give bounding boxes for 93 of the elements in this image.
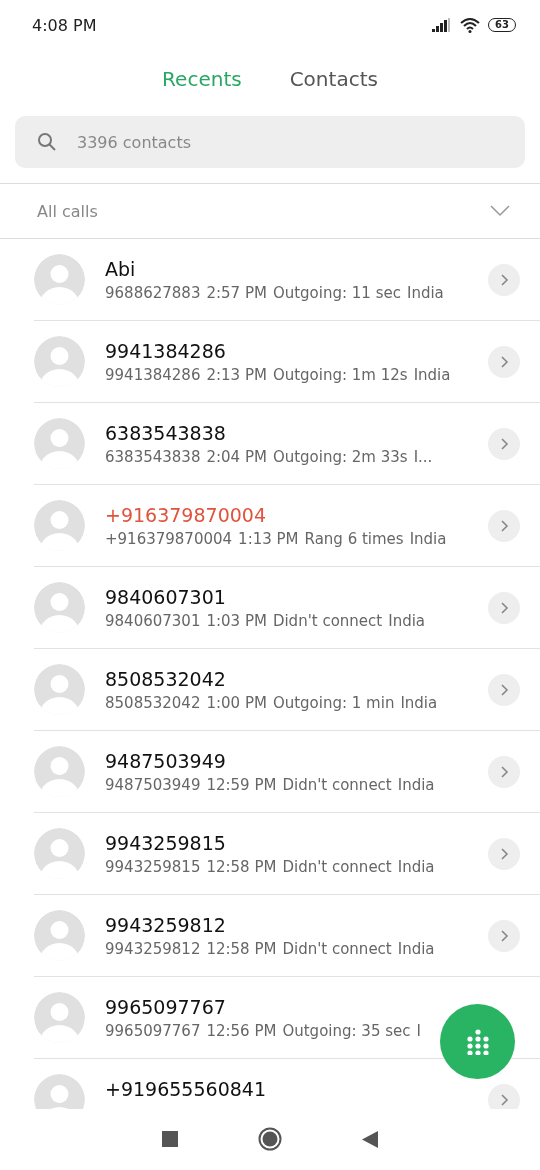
avatar-icon <box>34 254 85 305</box>
contact-name: 9943259815 <box>105 831 227 854</box>
call-info: Outgoing: 1 min <box>272 693 395 712</box>
call-time: 12:58 PM <box>206 939 277 958</box>
call-location: India <box>397 939 435 958</box>
phone-number: 9688627883 <box>105 283 201 302</box>
call-time: 2:57 PM <box>206 283 267 302</box>
call-info: Outgoing: 1m 12s <box>272 365 408 384</box>
contact-name: Abi <box>105 257 137 280</box>
call-info: Didn't connect <box>282 857 392 876</box>
avatar-icon <box>34 418 85 469</box>
chevron-icon <box>499 1092 509 1107</box>
details-button[interactable] <box>488 919 520 952</box>
avatar-icon <box>34 746 85 797</box>
avatar-icon <box>34 992 85 1043</box>
phone-number: 6383543838 <box>105 447 201 466</box>
call-location: India <box>397 775 435 794</box>
avatar-icon <box>34 336 85 387</box>
wifi-icon <box>460 17 481 33</box>
back-nav-icon[interactable] <box>362 1130 378 1148</box>
status-time: 4:08 PM <box>32 15 98 35</box>
call-info: Didn't connect <box>272 611 383 630</box>
details-button[interactable] <box>488 427 520 460</box>
contact-name: 6383543838 <box>105 421 227 444</box>
call-time: 12:58 PM <box>206 857 277 876</box>
phone-number: 9943259812 <box>105 939 201 958</box>
details-button[interactable] <box>488 591 520 624</box>
phone-number: 9965097767 <box>105 1021 201 1040</box>
details-button[interactable] <box>488 263 520 296</box>
call-time: 1:00 PM <box>206 693 267 712</box>
chevron-icon <box>499 436 509 451</box>
details-button[interactable] <box>488 837 520 870</box>
tab[interactable]: Recents <box>162 67 242 91</box>
call-info: Didn't connect <box>282 939 392 958</box>
signal-icon <box>432 18 453 32</box>
call-location: India <box>409 529 447 548</box>
contact-name: 9965097767 <box>105 995 227 1018</box>
search-icon <box>37 132 57 152</box>
call-time: 12:56 PM <box>206 1021 277 1040</box>
filter-label[interactable]: All calls <box>37 201 490 221</box>
contact-name: 8508532042 <box>105 667 227 690</box>
chevron-icon <box>499 764 509 779</box>
call-time: 2:04 PM <box>206 447 267 466</box>
call-time: 12:59 PM <box>206 775 277 794</box>
call-time: 1:03 PM <box>206 611 267 630</box>
avatar-icon <box>34 828 85 879</box>
contact-name: 9941384286 <box>105 339 227 362</box>
call-location: I <box>416 1021 421 1040</box>
chevron-icon <box>499 682 509 697</box>
contact-name: 9840607301 <box>105 585 227 608</box>
call-location: I... <box>413 447 433 466</box>
avatar-icon <box>34 664 85 715</box>
call-location: India <box>400 693 438 712</box>
avatar-icon <box>34 910 85 961</box>
chevron-icon <box>499 928 509 943</box>
call-location: India <box>406 283 444 302</box>
phone-number: 9941384286 <box>105 365 201 384</box>
chevron-icon <box>499 272 509 287</box>
call-info: Outgoing: 11 sec <box>272 283 401 302</box>
chevron-icon <box>499 518 509 533</box>
details-button[interactable] <box>488 509 520 542</box>
call-info: Didn't connect <box>282 775 392 794</box>
phone-number: +916379870004 <box>105 529 233 548</box>
call-info: Rang 6 times <box>304 529 404 548</box>
call-location: India <box>397 857 435 876</box>
call-info: Outgoing: 2m 33s <box>272 447 408 466</box>
home-nav-icon[interactable] <box>258 1127 282 1151</box>
chevron-icon <box>499 846 509 861</box>
details-button[interactable] <box>488 345 520 378</box>
phone-number: 9943259815 <box>105 857 201 876</box>
call-time: 2:13 PM <box>206 365 267 384</box>
call-info: Outgoing: 35 sec <box>282 1021 411 1040</box>
avatar-icon <box>34 500 85 551</box>
contact-name: +916379870004 <box>105 503 267 526</box>
tab[interactable]: Contacts <box>289 67 378 91</box>
contact-name: 9943259812 <box>105 913 227 936</box>
call-location: India <box>388 611 426 630</box>
call-location: India <box>413 365 451 384</box>
contact-name: +919655560841 <box>105 1077 267 1100</box>
call-time: 1:13 PM <box>238 529 299 548</box>
details-button[interactable] <box>488 673 520 706</box>
phone-number: 9840607301 <box>105 611 201 630</box>
details-button[interactable] <box>488 755 520 788</box>
contact-name: 9487503949 <box>105 749 227 772</box>
details-button[interactable] <box>488 1083 520 1109</box>
dropdown-icon[interactable] <box>490 205 510 217</box>
chevron-icon <box>499 354 509 369</box>
search-field[interactable]: 3396 contacts <box>15 116 525 168</box>
avatar-icon <box>34 582 85 633</box>
chevron-icon <box>499 600 509 615</box>
phone-number: 9487503949 <box>105 775 201 794</box>
dialpad-icon <box>465 1028 490 1055</box>
phone-number: 8508532042 <box>105 693 201 712</box>
